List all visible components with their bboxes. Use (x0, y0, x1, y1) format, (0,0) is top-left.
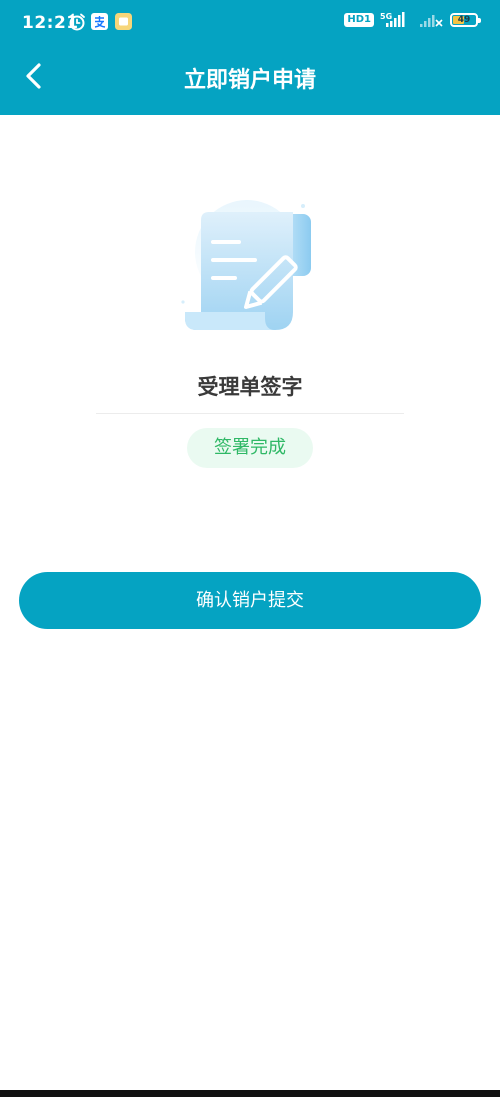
network-type: 5G (380, 12, 392, 21)
alipay-icon (91, 13, 108, 30)
signal-5g-icon: 5G (380, 12, 405, 27)
notification-icon (115, 13, 132, 30)
section-title: 受理单签字 (197, 375, 303, 399)
confirm-submit-button[interactable]: 确认销户提交 (19, 572, 481, 629)
network-badge: HD1 (344, 13, 374, 27)
system-nav-bar (0, 1090, 500, 1097)
battery-level: 49 (457, 15, 471, 25)
status-right-group: HD1 5G 49 (344, 12, 481, 28)
alarm-icon (69, 13, 85, 31)
app-header: 12:21 HD1 5G 49 立即销户申请 (0, 0, 500, 115)
status-bar: 12:21 HD1 5G 49 (0, 0, 500, 48)
status-badge: 签署完成 (187, 428, 313, 468)
signal-icon (420, 15, 443, 27)
document-pen-icon (181, 200, 311, 330)
battery-icon: 49 (450, 13, 481, 27)
divider (96, 413, 404, 414)
page-title: 立即销户申请 (183, 68, 316, 93)
